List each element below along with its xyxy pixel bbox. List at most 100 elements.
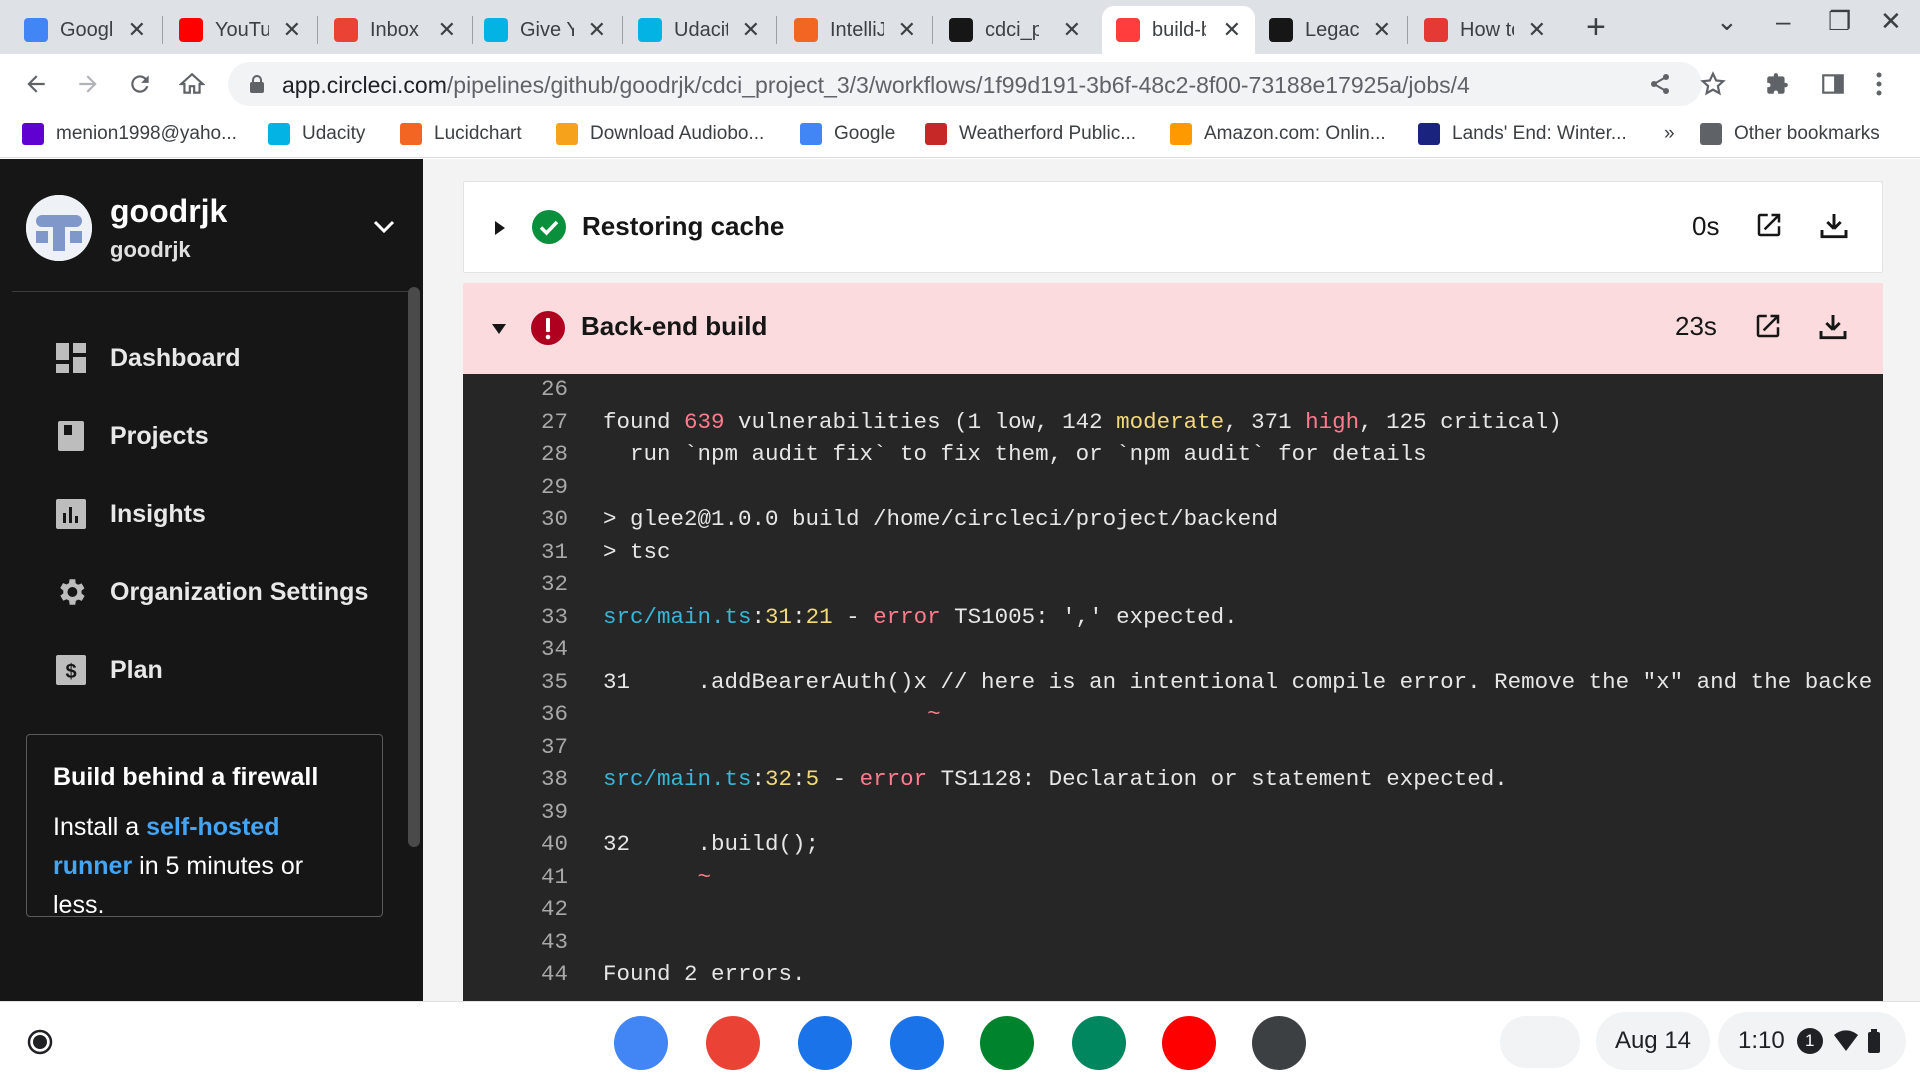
expand-caret-icon[interactable] [494,220,506,236]
c-icon [1424,18,1448,42]
tab-close-icon[interactable]: ✕ [438,17,456,43]
restore-icon[interactable]: ❐ [1828,6,1851,37]
step-restoring-cache[interactable]: Restoring cache 0s [463,181,1883,273]
play-store-icon[interactable] [1072,1016,1126,1070]
tab-close-icon[interactable]: ✕ [1528,17,1546,43]
log-line: 27 found 639 vulnerabilities (1 low, 142 … [463,409,1883,441]
minimize-icon[interactable]: – [1776,6,1790,37]
gmail-icon [334,18,358,42]
bookmark-item[interactable]: Download Audiobo... [556,123,764,145]
tab-separator [776,16,777,44]
browser-tab[interactable]: Udacity ✕ [624,6,774,54]
tab-close-icon[interactable]: ✕ [1063,17,1081,43]
browser-tab[interactable]: Google ✕ [10,6,160,54]
browser-tab[interactable]: build-backend ✕ [1102,6,1255,54]
log-line: 33 src/main.ts:31:21 - error TS1005: ',' … [463,604,1883,636]
browser-tab[interactable]: IntelliJ ✕ [780,6,930,54]
bookmark-item[interactable]: Udacity [268,123,365,145]
sidebar-scrollbar[interactable] [408,287,420,847]
chrome-icon[interactable] [614,1016,668,1070]
audiobooks-icon [556,123,578,145]
youtube-icon[interactable] [1162,1016,1216,1070]
share-icon[interactable] [1648,72,1672,96]
open-external-icon[interactable] [1753,311,1783,341]
runner-promo-card: Build behind a firewall Install a self-h… [26,734,383,919]
meet-icon[interactable] [980,1016,1034,1070]
log-line: 39 [463,799,1883,831]
lock-icon[interactable] [248,74,266,94]
sidebar-item-label: Insights [110,499,206,528]
step-back-end-build[interactable]: Back-end build 23s [463,283,1883,374]
status-tray[interactable]: 1:10 1 [1718,1012,1906,1070]
terminal-icon[interactable] [1252,1016,1306,1070]
org-avatar-icon [26,195,92,261]
log-line-number: 35 [540,668,568,695]
bookmarks-overflow-button[interactable]: » [1664,123,1675,145]
notification-badge: 1 [1796,1028,1823,1054]
tab-close-icon[interactable]: ✕ [898,17,916,43]
download-icon[interactable] [1817,311,1849,343]
log-line: 42 [463,896,1883,928]
extensions-icon[interactable] [1764,71,1790,97]
home-button[interactable] [174,66,210,102]
bookmark-item[interactable]: Lands' End: Winter... [1418,123,1627,145]
udacity-icon [638,18,662,42]
log-line: 36 ~ [463,701,1883,733]
build-log-terminal[interactable]: 26 27 found 639 vulnerabilities (1 low, 14… [463,374,1883,1001]
new-tab-button[interactable]: + [1586,8,1606,47]
org-switcher-chevron-icon[interactable] [372,219,396,235]
close-window-icon[interactable]: ✕ [1880,6,1902,37]
browser-tab[interactable]: Legacy ✕ [1255,6,1405,54]
url-text[interactable]: app.circleci.com/pipelines/github/goodrj… [282,72,1470,99]
browser-tab[interactable]: Inbox ✕ [320,6,470,54]
messages-icon[interactable] [890,1016,944,1070]
bookmark-item[interactable]: Google [800,123,895,145]
wifi-icon [1833,1030,1858,1051]
bookmark-item[interactable]: Weatherford Public... [925,123,1136,145]
sidebar-item-dashboard[interactable]: Dashboard [54,341,241,375]
bookmark-item[interactable]: Amazon.com: Onlin... [1170,123,1386,145]
tab-close-icon[interactable]: ✕ [588,17,606,43]
launcher-button[interactable] [14,1022,66,1062]
other-bookmarks-folder[interactable]: Other bookmarks [1700,123,1880,145]
bookmark-item[interactable]: Lucidchart [400,123,522,145]
sidebar-item-plan[interactable]: $ Plan [54,653,163,687]
side-panel-icon[interactable] [1820,71,1846,97]
sidebar-item-insights[interactable]: Insights [54,497,206,531]
browser-tab[interactable]: cdci_project ✕ [935,6,1095,54]
more-menu-icon[interactable] [1874,71,1884,97]
holding-space-thumbnail[interactable] [1500,1016,1580,1068]
forward-button[interactable] [70,66,106,102]
bookmark-item[interactable]: menion1998@yaho... [22,123,237,145]
browser-tab[interactable]: YouTube ✕ [165,6,315,54]
browser-tab[interactable]: Give Your ✕ [470,6,620,54]
download-icon[interactable] [1818,210,1850,242]
reload-button[interactable] [122,66,158,102]
dollar-icon: $ [54,653,88,687]
date-pill[interactable]: Aug 14 [1596,1012,1710,1070]
bookmark-star-icon[interactable] [1700,71,1726,97]
tab-close-icon[interactable]: ✕ [283,17,301,43]
address-bar[interactable]: app.circleci.com/pipelines/github/goodrj… [228,62,1702,106]
tab-close-icon[interactable]: ✕ [128,17,146,43]
log-token: ~ [697,863,712,890]
log-line-number: 40 [540,831,568,857]
sidebar-item-label: Dashboard [110,343,241,372]
sidebar-item-organization-settings[interactable]: Organization Settings [54,575,368,609]
open-external-icon[interactable] [1754,210,1784,240]
org-subtitle: goodrjk [110,237,191,262]
log-line: 44 Found 2 errors. [463,961,1883,993]
org-avatar[interactable] [26,195,92,261]
tab-search-icon[interactable]: ⌄ [1716,6,1738,37]
browser-tab[interactable]: How to ✕ [1410,6,1560,54]
back-button[interactable] [18,66,54,102]
tab-close-icon[interactable]: ✕ [742,17,760,43]
tab-close-icon[interactable]: ✕ [1223,17,1241,43]
log-token: , 125 critical) [1359,408,1562,435]
tab-title: Udacity [674,18,728,41]
files-icon[interactable] [798,1016,852,1070]
gmail-icon[interactable] [706,1016,760,1070]
sidebar-item-projects[interactable]: Projects [54,419,209,453]
tab-close-icon[interactable]: ✕ [1373,17,1391,43]
collapse-caret-icon[interactable] [491,323,507,335]
